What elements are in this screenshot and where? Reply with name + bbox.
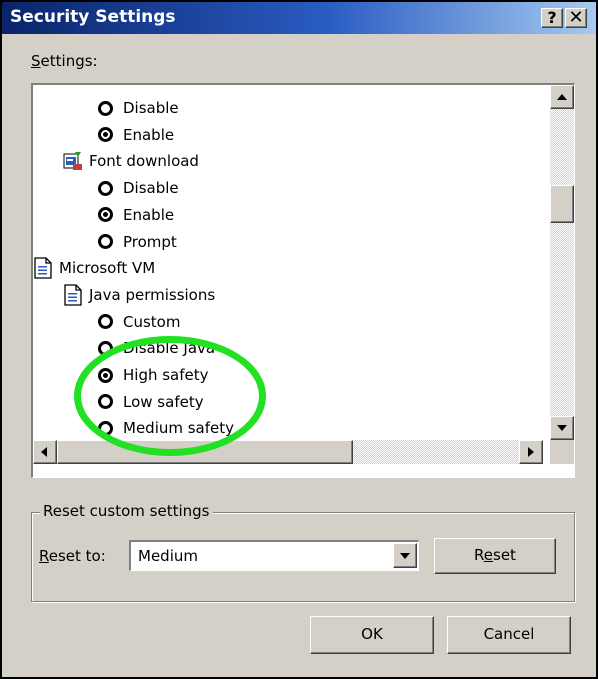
tree-item-label: Disable: [123, 179, 179, 198]
tree-item-label: Enable: [123, 125, 175, 144]
tree-category[interactable]: Java permissions: [63, 282, 215, 308]
reset-group-legend: Reset custom settings: [40, 502, 213, 520]
tree-item-label: Medium safety: [123, 419, 235, 438]
radio-unchecked-icon[interactable]: [98, 340, 113, 356]
radio-option[interactable]: Enable: [98, 122, 174, 148]
document-icon: [34, 257, 52, 279]
cancel-button[interactable]: Cancel: [447, 616, 571, 654]
arrow-up-icon: [557, 94, 567, 100]
scrollbar-corner: [550, 440, 574, 464]
reset-to-label: Reset to:: [39, 547, 106, 565]
arrow-right-icon: [528, 447, 534, 457]
tree-item-label: Prompt: [123, 232, 177, 251]
reset-level-dropdown[interactable]: Medium: [129, 540, 419, 571]
radio-option[interactable]: Disable: [98, 175, 179, 201]
scroll-down-button[interactable]: [550, 416, 574, 440]
radio-checked-icon[interactable]: [98, 367, 113, 383]
scroll-right-button[interactable]: [519, 440, 543, 464]
radio-option[interactable]: Enable: [98, 202, 174, 228]
tree-item-label: Disable: [123, 99, 179, 117]
vertical-scroll-thumb[interactable]: [550, 185, 574, 223]
close-button[interactable]: ✕: [565, 8, 587, 28]
horizontal-scroll-thumb[interactable]: [57, 440, 353, 464]
tree-item-label: Low safety: [123, 392, 204, 411]
tree-item-label: Disable Java: [123, 339, 216, 358]
tree-item-label: Java permissions: [89, 285, 216, 304]
radio-unchecked-icon[interactable]: [98, 100, 113, 116]
window-title: Security Settings: [10, 7, 176, 27]
document-icon: [64, 284, 82, 306]
radio-option[interactable]: Prompt: [98, 229, 177, 255]
arrow-left-icon: [41, 447, 47, 457]
radio-option[interactable]: Disable: [98, 95, 179, 121]
scroll-up-button[interactable]: [550, 85, 574, 109]
vertical-scrollbar[interactable]: [550, 85, 574, 440]
font-download-icon: [63, 152, 82, 171]
settings-label: Settings:: [31, 52, 98, 70]
radio-unchecked-icon[interactable]: [98, 180, 113, 196]
scroll-left-button[interactable]: [33, 440, 57, 464]
radio-unchecked-icon[interactable]: [98, 394, 113, 410]
radio-option[interactable]: High safety: [98, 362, 209, 388]
arrow-down-icon: [557, 425, 567, 431]
tree-item-label: Font download: [89, 152, 199, 171]
reset-level-value: Medium: [138, 547, 198, 565]
ok-button[interactable]: OK: [310, 616, 434, 654]
radio-checked-icon[interactable]: [98, 207, 113, 223]
title-bar[interactable]: Security Settings ? ✕: [2, 2, 596, 34]
radio-checked-icon[interactable]: [98, 127, 113, 143]
horizontal-scrollbar[interactable]: [33, 440, 543, 464]
radio-unchecked-icon[interactable]: [98, 420, 113, 436]
tree-category[interactable]: Microsoft VM: [33, 255, 155, 281]
radio-option[interactable]: Low safety: [98, 389, 204, 415]
tree-item-label: Custom: [123, 312, 181, 331]
radio-unchecked-icon[interactable]: [98, 314, 113, 330]
radio-option[interactable]: Custom: [98, 309, 180, 335]
help-button[interactable]: ?: [541, 8, 563, 28]
tree-category[interactable]: Font download: [63, 148, 199, 174]
tree-item-label: High safety: [123, 366, 209, 384]
radio-unchecked-icon[interactable]: [98, 234, 113, 249]
tree-item-label: Microsoft VM: [59, 259, 156, 278]
reset-button[interactable]: Reset: [434, 538, 556, 574]
radio-option[interactable]: Medium safety: [98, 415, 234, 440]
security-settings-dialog: Security Settings ? ✕ Settings: Disable E…: [0, 0, 598, 679]
chevron-down-icon: [400, 553, 410, 559]
tree-item-label: Enable: [123, 205, 175, 224]
settings-tree-list[interactable]: Disable Enable Font download Disable Enable P…: [31, 83, 575, 478]
radio-option[interactable]: Disable Java: [98, 335, 215, 361]
settings-tree-content: Disable Enable Font download Disable Enable P…: [33, 85, 543, 440]
dropdown-button[interactable]: [393, 543, 417, 568]
